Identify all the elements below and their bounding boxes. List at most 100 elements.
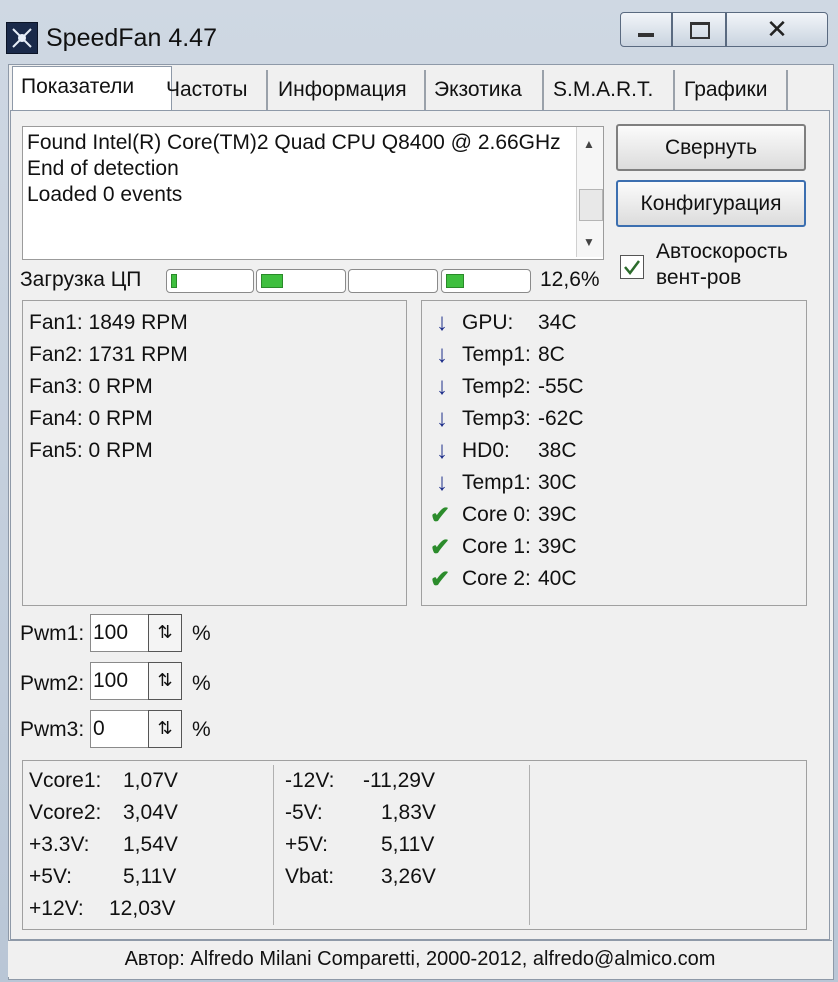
minimize-button[interactable]: Свернуть <box>616 124 806 171</box>
temp-label: Temp1: <box>462 471 531 494</box>
temp-label: GPU: <box>462 311 514 334</box>
pwm1-stepper[interactable]: ⇅ <box>148 614 182 652</box>
tab-charts[interactable]: Графики <box>676 70 788 110</box>
column-divider <box>273 765 274 925</box>
log-scrollbar[interactable]: ▲ ▼ <box>576 127 603 257</box>
pwm1-label: Pwm1: <box>20 622 85 645</box>
cpu-usage-label: Загрузка ЦП <box>20 268 142 291</box>
cpu-core-bar <box>256 269 346 293</box>
voltage-label: +12V: <box>29 897 84 920</box>
cpu-core-fill <box>261 274 283 288</box>
voltage-label: Vcore2: <box>29 801 102 824</box>
temp-value: 39C <box>538 535 577 558</box>
checkmark-icon <box>624 260 640 276</box>
pwm1-input[interactable]: 100 <box>90 614 150 652</box>
configuration-button[interactable]: Конфигурация <box>616 180 806 227</box>
voltage-label: +5V: <box>285 833 329 856</box>
checkmark-icon: ✔ <box>430 534 451 561</box>
close-icon: ✕ <box>766 14 788 44</box>
voltage-label: +5V: <box>29 865 73 888</box>
detection-log[interactable]: Found Intel(R) Core(TM)2 Quad CPU Q8400 … <box>22 126 604 260</box>
cpu-core-fill <box>446 274 464 288</box>
cpu-core-bar <box>441 269 531 293</box>
down-arrow-icon: ↓ <box>436 341 448 368</box>
temp-value: 30C <box>538 471 577 494</box>
fan-reading: Fan2: 1731 RPM <box>29 343 188 366</box>
down-arrow-icon: ↓ <box>436 469 448 496</box>
scroll-up-icon[interactable]: ▲ <box>583 137 595 151</box>
cpu-usage-value: 12,6% <box>540 268 600 291</box>
log-line: End of detection <box>27 157 179 180</box>
temp-value: 38C <box>538 439 577 462</box>
tab-frequencies[interactable]: Частоты <box>158 70 268 110</box>
temp-label: HD0: <box>462 439 510 462</box>
temp-value: -62C <box>538 407 584 430</box>
fan-reading: Fan1: 1849 RPM <box>29 311 188 334</box>
temp-value: 8C <box>538 343 565 366</box>
window-title: SpeedFan 4.47 <box>46 24 217 52</box>
tab-exotics[interactable]: Экзотика <box>426 70 544 110</box>
pwm3-label: Pwm3: <box>20 718 85 741</box>
temp-value: -55C <box>538 375 584 398</box>
fan-reading: Fan5: 0 RPM <box>29 439 153 462</box>
pwm2-unit: % <box>192 672 211 695</box>
voltage-value: -11,29V <box>363 769 435 792</box>
tab-indicators[interactable]: Показатели <box>12 66 172 111</box>
up-down-arrows-icon: ⇅ <box>157 670 173 690</box>
pwm3-unit: % <box>192 718 211 741</box>
fan-reading: Fan3: 0 RPM <box>29 375 153 398</box>
cpu-core-fill <box>171 274 177 288</box>
temp-label: Temp3: <box>462 407 531 430</box>
speedfan-window: SpeedFan 4.47 ✕ Показатели Частоты Инфор… <box>0 0 838 982</box>
temp-label: Core 1: <box>462 535 531 558</box>
voltage-label: -12V: <box>285 769 335 792</box>
tab-smart[interactable]: S.M.A.R.T. <box>545 70 675 110</box>
close-window-button[interactable]: ✕ <box>726 12 828 47</box>
temp-value: 40C <box>538 567 577 590</box>
cpu-core-bar <box>166 269 254 293</box>
voltage-label: Vbat: <box>285 865 335 888</box>
temp-value: 39C <box>538 503 577 526</box>
pwm3-input[interactable]: 0 <box>90 710 150 748</box>
fan-speeds-panel: Fan1: 1849 RPM Fan2: 1731 RPM Fan3: 0 RP… <box>22 300 407 606</box>
pwm1-unit: % <box>192 622 211 645</box>
down-arrow-icon: ↓ <box>436 309 448 336</box>
pwm3-stepper[interactable]: ⇅ <box>148 710 182 748</box>
status-bar: Автор: Alfredo Milani Comparetti, 2000-2… <box>8 940 832 977</box>
voltage-value: 1,83V <box>381 801 436 824</box>
voltage-value: 5,11V <box>381 833 435 856</box>
voltages-panel: Vcore1: 1,07V Vcore2: 3,04V +3.3V: 1,54V… <box>22 760 807 930</box>
checkmark-icon: ✔ <box>430 566 451 593</box>
checkmark-icon: ✔ <box>430 502 451 529</box>
log-line: Found Intel(R) Core(TM)2 Quad CPU Q8400 … <box>27 131 561 154</box>
speedfan-app-icon <box>6 22 38 54</box>
voltage-value: 1,54V <box>123 833 178 856</box>
auto-fan-speed-checkbox[interactable] <box>620 255 644 279</box>
pwm2-label: Pwm2: <box>20 672 85 695</box>
voltage-value: 1,07V <box>123 769 178 792</box>
auto-fan-speed-label: Автоскорость <box>656 240 788 263</box>
down-arrow-icon: ↓ <box>436 373 448 400</box>
minimize-window-button[interactable] <box>620 12 672 47</box>
up-down-arrows-icon: ⇅ <box>157 622 173 642</box>
pwm2-stepper[interactable]: ⇅ <box>148 662 182 700</box>
scroll-down-icon[interactable]: ▼ <box>583 235 595 249</box>
pwm2-input[interactable]: 100 <box>90 662 150 700</box>
voltage-label: +3.3V: <box>29 833 90 856</box>
temp-label: Core 0: <box>462 503 531 526</box>
maximize-window-button[interactable] <box>672 12 726 47</box>
title-bar[interactable]: SpeedFan 4.47 ✕ <box>0 0 838 64</box>
column-divider <box>529 765 530 925</box>
fan-reading: Fan4: 0 RPM <box>29 407 153 430</box>
tab-information[interactable]: Информация <box>270 70 426 110</box>
voltage-value: 12,03V <box>109 897 176 920</box>
up-down-arrows-icon: ⇅ <box>157 718 173 738</box>
voltage-label: Vcore1: <box>29 769 102 792</box>
scrollbar-thumb[interactable] <box>579 189 603 221</box>
temp-label: Temp1: <box>462 343 531 366</box>
voltage-value: 3,26V <box>381 865 436 888</box>
auto-fan-speed-label-2: вент-ров <box>656 266 742 289</box>
down-arrow-icon: ↓ <box>436 405 448 432</box>
minimize-icon <box>638 33 654 37</box>
voltage-value: 5,11V <box>123 865 177 888</box>
